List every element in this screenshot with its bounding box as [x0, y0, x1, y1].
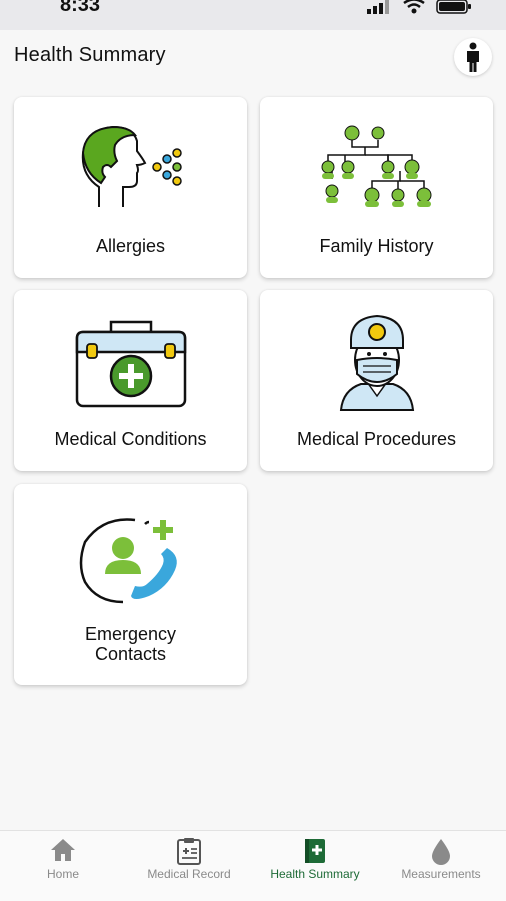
signal-icon: [367, 0, 389, 14]
card-emergency-contacts[interactable]: Emergency Contacts: [14, 484, 247, 685]
battery-icon: [436, 0, 471, 14]
status-time: 8:33: [60, 0, 101, 16]
clipboard-icon: [177, 838, 201, 865]
card-label: Allergies: [95, 236, 166, 256]
tab-measurements[interactable]: Measurements: [378, 831, 504, 901]
wifi-icon: [403, 0, 425, 14]
person-icon: [467, 42, 479, 72]
card-label-line2: Contacts: [94, 644, 167, 664]
card-label-line1: Emergency: [84, 624, 177, 644]
tab-label: Measurements: [401, 867, 481, 881]
card-label: Medical Procedures: [296, 429, 457, 449]
card-allergies[interactable]: Allergies: [14, 97, 247, 278]
tab-home[interactable]: Home: [0, 831, 126, 901]
card-medical-conditions[interactable]: Medical Conditions: [14, 290, 247, 471]
tab-label: Health Summary: [270, 867, 360, 881]
card-label: Medical Conditions: [54, 429, 207, 449]
surgeon-icon: [339, 314, 414, 411]
first-aid-kit-icon: [75, 320, 186, 408]
profile-button[interactable]: [454, 38, 492, 76]
card-label: Family History: [319, 236, 434, 256]
tab-bar: Home Medical Record Health Summary Measu…: [0, 830, 506, 901]
tab-medical-record[interactable]: Medical Record: [126, 831, 252, 901]
page-title: Health Summary: [14, 44, 166, 66]
header: Health Summary: [0, 30, 506, 88]
family-tree-icon: [321, 125, 431, 207]
health-book-icon: [305, 839, 325, 863]
home-icon: [51, 839, 75, 861]
tab-label: Medical Record: [147, 867, 231, 881]
tab-label: Home: [46, 867, 79, 881]
tab-health-summary[interactable]: Health Summary: [252, 831, 378, 901]
status-bar: 8:33: [0, 0, 506, 30]
allergy-icon: [81, 125, 182, 207]
drop-icon: [432, 839, 450, 865]
status-icons: [366, 0, 472, 14]
emergency-contact-icon: [79, 518, 177, 604]
card-medical-procedures[interactable]: Medical Procedures: [260, 290, 493, 471]
card-family-history[interactable]: Family History: [260, 97, 493, 278]
